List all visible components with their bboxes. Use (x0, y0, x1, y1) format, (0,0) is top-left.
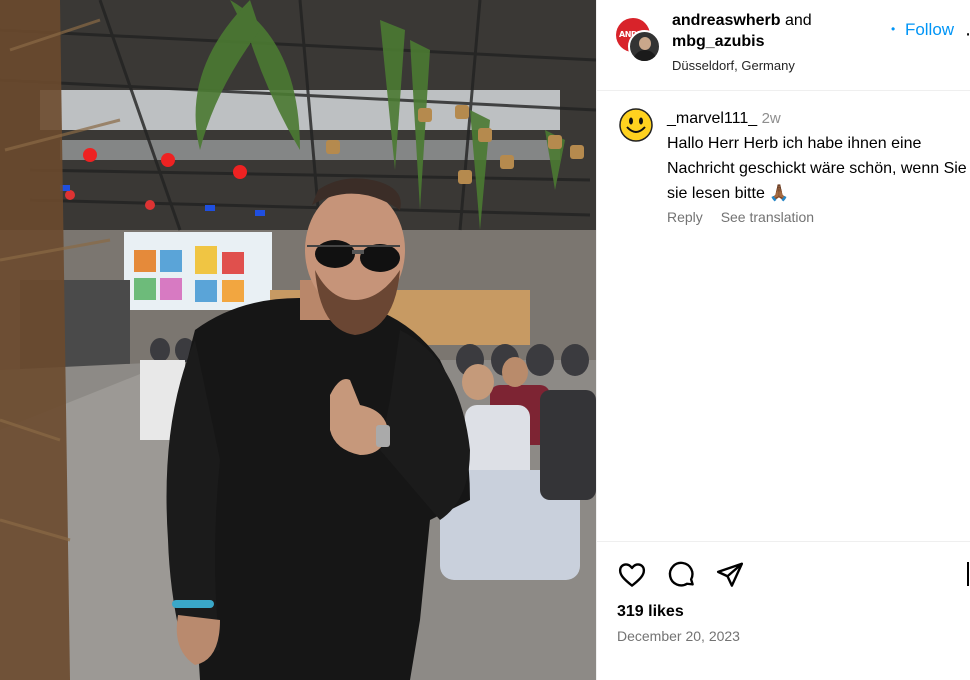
follow-button[interactable]: Follow (905, 20, 954, 39)
comments-list: _marvel111_ 2w Hallo Herr Herb ich habe … (597, 92, 970, 540)
likes-count[interactable]: 319 likes (617, 603, 684, 621)
comment-time[interactable]: 2w (762, 110, 781, 127)
post-owner-info: andreaswherb and mbg_azubis Düsseldorf, … (672, 10, 872, 73)
avatar-face (639, 37, 651, 50)
comment-body: _marvel111_ 2w Hallo Herr Herb ich habe … (667, 106, 967, 206)
avatar-body (633, 50, 657, 61)
owner-line: andreaswherb and mbg_azubis (672, 10, 872, 52)
follow-area: • Follow (891, 20, 954, 40)
post-detail-panel: ANDREAS andreaswherb and mbg_azubis Düss… (596, 0, 970, 680)
smiley-face-icon[interactable] (619, 108, 653, 142)
post-photo[interactable] (0, 0, 596, 680)
paper-plane-icon[interactable] (715, 560, 745, 590)
see-translation-button[interactable]: See translation (721, 209, 814, 225)
ellipsis-icon[interactable]: ⋯ (965, 24, 970, 44)
heart-icon[interactable] (617, 560, 647, 590)
avatar-andreaswherb[interactable] (628, 30, 661, 63)
owner-joiner: and (784, 12, 812, 29)
comment-bubble-icon[interactable] (667, 560, 697, 590)
separator-dot: • (891, 22, 896, 36)
comment-text: Hallo Herr Herb ich habe ihnen eine Nach… (667, 135, 967, 202)
comment-username[interactable]: _marvel111_ (667, 110, 757, 127)
comment-actions: Reply See translation (667, 209, 828, 225)
owner-username[interactable]: andreaswherb (672, 12, 780, 29)
post-photo-scene (0, 0, 596, 680)
post-header: ANDREAS andreaswherb and mbg_azubis Düss… (597, 0, 970, 91)
post-date[interactable]: December 20, 2023 (617, 628, 740, 644)
collab-avatars[interactable]: ANDREAS (616, 18, 662, 64)
post-location[interactable]: Düsseldorf, Germany (672, 58, 872, 73)
collaborator-username[interactable]: mbg_azubis (672, 33, 764, 50)
reply-button[interactable]: Reply (667, 209, 703, 225)
post-actions: 319 likes December 20, 2023 (597, 541, 970, 680)
